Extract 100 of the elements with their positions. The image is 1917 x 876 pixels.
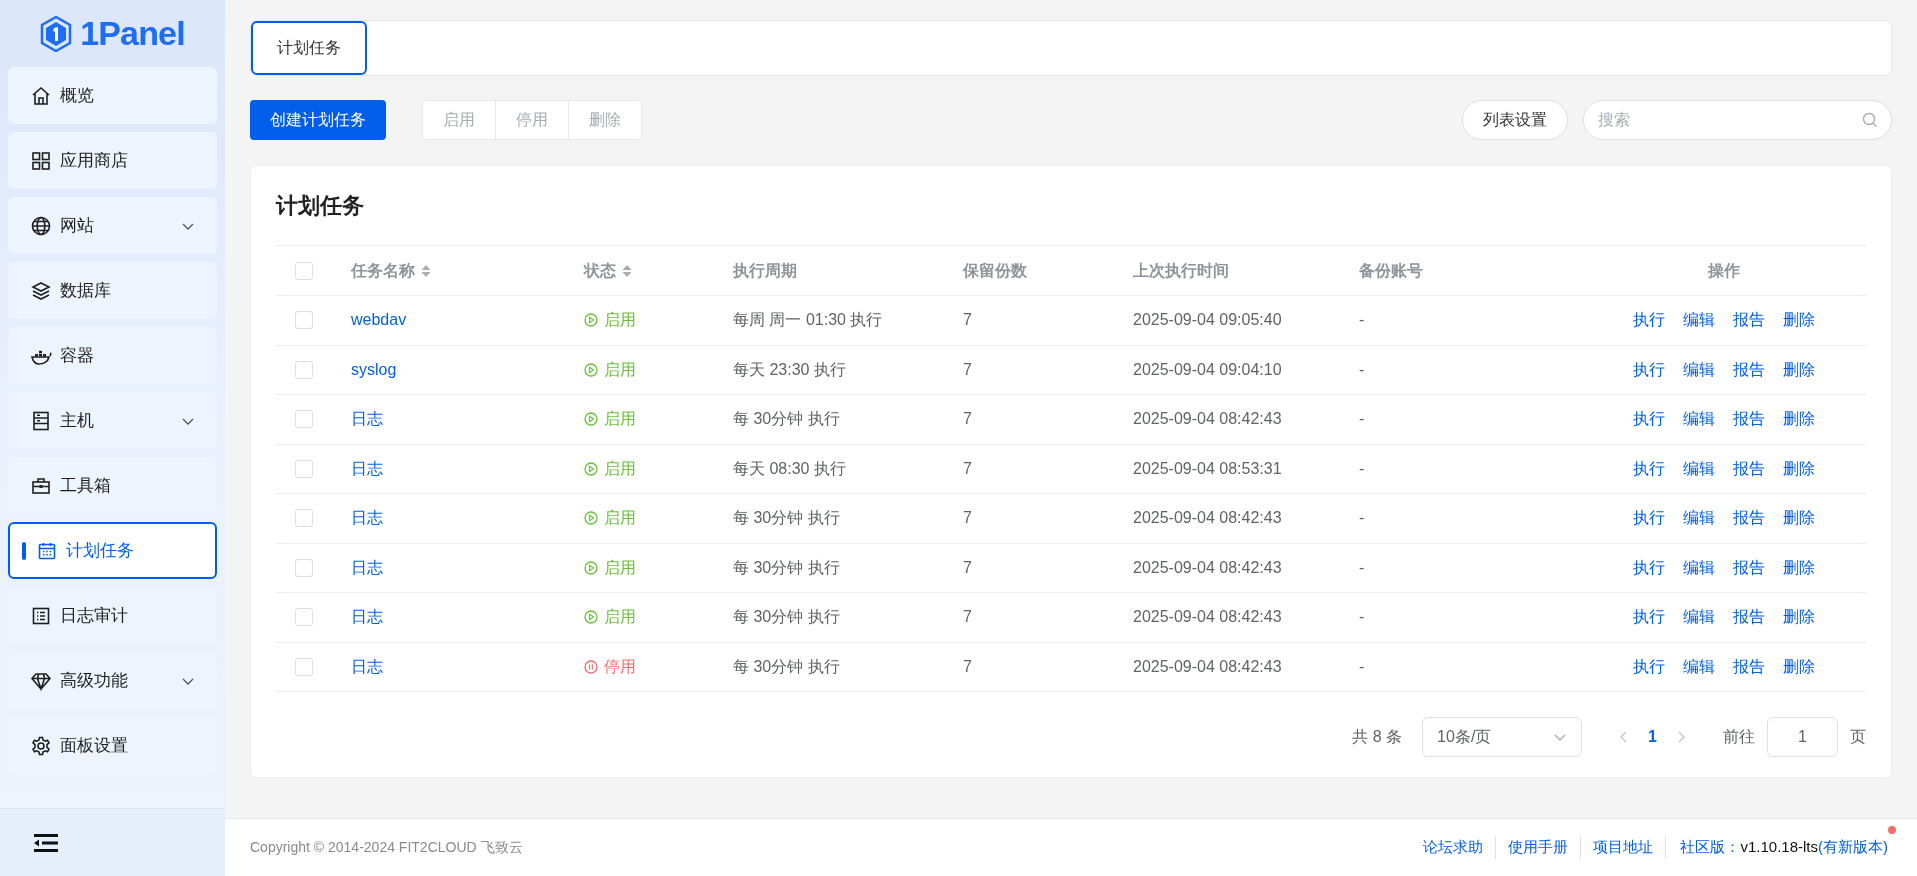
task-name-link[interactable]: 日志 (351, 506, 383, 531)
sidebar-item[interactable]: 容器 (8, 327, 217, 384)
action-link[interactable]: 报告 (1732, 308, 1765, 333)
column-header[interactable]: 任务名称 (351, 258, 431, 283)
action-link[interactable]: 编辑 (1682, 555, 1715, 580)
card-title: 计划任务 (276, 192, 365, 220)
checkbox[interactable] (295, 410, 313, 429)
task-name-link[interactable]: 日志 (351, 456, 383, 481)
update-link[interactable]: (有新版本) (1818, 836, 1888, 859)
sort-icon[interactable] (622, 263, 632, 278)
sidebar-item[interactable]: 概览 (8, 67, 217, 124)
action-link[interactable]: 报告 (1732, 506, 1765, 531)
action-link[interactable]: 删除 (1782, 506, 1815, 531)
action-link[interactable]: 编辑 (1682, 654, 1715, 679)
table-cell-text: - (1359, 310, 1365, 331)
play-circle-icon (584, 461, 598, 476)
action-link[interactable]: 执行 (1632, 555, 1665, 580)
task-name-link[interactable]: webdav (351, 308, 407, 333)
play-circle-icon (584, 313, 598, 328)
pause-circle-icon (584, 659, 598, 674)
column-header: 执行周期 (733, 260, 797, 281)
action-link[interactable]: 删除 (1782, 555, 1815, 580)
column-header: 操作 (1707, 260, 1740, 281)
column-header[interactable]: 状态 (584, 258, 632, 283)
page-size-select[interactable]: 10条/页 (1422, 717, 1583, 757)
sidebar-item[interactable]: 网站 (8, 197, 217, 254)
checkbox[interactable] (295, 311, 313, 330)
sidebar-item[interactable]: 工具箱 (8, 457, 217, 514)
table-cell-text: 7 (963, 557, 972, 578)
sort-icon[interactable] (421, 263, 431, 278)
checkbox[interactable] (295, 509, 313, 528)
checkbox[interactable] (295, 657, 313, 676)
task-name-link[interactable]: 日志 (351, 407, 383, 432)
checkbox[interactable] (295, 261, 313, 280)
checkbox[interactable] (295, 459, 313, 478)
sidebar-item[interactable]: 主机 (8, 392, 217, 449)
action-link[interactable]: 编辑 (1682, 357, 1715, 382)
action-link[interactable]: 删除 (1782, 456, 1815, 481)
action-link[interactable]: 报告 (1732, 654, 1765, 679)
action-link[interactable]: 报告 (1732, 357, 1765, 382)
action-link[interactable]: 执行 (1632, 407, 1665, 432)
action-link[interactable]: 报告 (1732, 407, 1765, 432)
table-cell-text: 7 (963, 409, 972, 430)
action-link[interactable]: 执行 (1632, 456, 1665, 481)
action-link[interactable]: 删除 (1782, 357, 1815, 382)
action-link[interactable]: 编辑 (1682, 605, 1715, 630)
globe-icon (30, 214, 52, 237)
action-link[interactable]: 报告 (1732, 605, 1765, 630)
footer-link[interactable]: 论坛求助 (1411, 836, 1496, 859)
search-field[interactable]: 搜索 (1583, 100, 1892, 140)
task-name-link[interactable]: 日志 (351, 605, 383, 630)
action-link[interactable]: 执行 (1632, 654, 1665, 679)
action-link[interactable]: 删除 (1782, 407, 1815, 432)
create-task-button[interactable]: 创建计划任务 (250, 100, 386, 140)
action-link[interactable]: 编辑 (1682, 456, 1715, 481)
status-label: 启用 (584, 456, 636, 481)
sidebar-item[interactable]: 应用商店 (8, 132, 217, 189)
home-icon (30, 84, 52, 107)
action-link[interactable]: 编辑 (1682, 308, 1715, 333)
action-link[interactable]: 删除 (1782, 605, 1815, 630)
sidebar-item[interactable]: 计划任务 (8, 522, 217, 579)
table-cell-text: 2025-09-04 08:42:43 (1133, 607, 1282, 628)
page-number[interactable]: 1 (1648, 725, 1657, 749)
column-settings-button[interactable]: 列表设置 (1462, 100, 1568, 140)
play-circle-icon (584, 412, 598, 427)
status-label: 启用 (584, 308, 636, 333)
server-icon (30, 409, 52, 432)
search-icon (1862, 112, 1878, 128)
task-name-link[interactable]: 日志 (351, 555, 383, 580)
action-link[interactable]: 执行 (1632, 308, 1665, 333)
table-cell-text: 7 (963, 359, 972, 380)
table-cell-text: 每周 周一 01:30 执行 (733, 310, 883, 331)
action-link[interactable]: 执行 (1632, 605, 1665, 630)
footer-link[interactable]: 使用手册 (1495, 836, 1581, 859)
checkbox[interactable] (295, 608, 313, 627)
action-link[interactable]: 编辑 (1682, 506, 1715, 531)
checkbox[interactable] (295, 558, 313, 577)
play-circle-icon (584, 362, 598, 377)
tab[interactable]: 计划任务 (251, 21, 367, 75)
page-input[interactable]: 1 (1767, 717, 1838, 757)
table-cell-text: - (1359, 409, 1365, 430)
table-cell-text: 每 30分钟 执行 (733, 508, 840, 529)
action-link[interactable]: 删除 (1782, 654, 1815, 679)
action-link[interactable]: 报告 (1732, 555, 1765, 580)
action-link[interactable]: 执行 (1632, 357, 1665, 382)
action-link[interactable]: 执行 (1632, 506, 1665, 531)
action-link[interactable]: 报告 (1732, 456, 1765, 481)
status-label: 启用 (584, 555, 636, 580)
table-cell-text: 7 (963, 607, 972, 628)
action-link[interactable]: 编辑 (1682, 407, 1715, 432)
collapse-menu-icon[interactable] (34, 832, 58, 853)
footer-link[interactable]: 项目地址 (1580, 836, 1666, 859)
sidebar-item[interactable]: 数据库 (8, 262, 217, 319)
edition-label: 社区版： (1665, 836, 1741, 859)
task-name-link[interactable]: 日志 (351, 654, 383, 679)
action-link[interactable]: 删除 (1782, 308, 1815, 333)
checkbox[interactable] (295, 360, 313, 379)
table-cell-text: 2025-09-04 08:42:43 (1133, 409, 1282, 430)
column-header: 备份账号 (1359, 260, 1423, 281)
task-name-link[interactable]: syslog (351, 357, 397, 382)
